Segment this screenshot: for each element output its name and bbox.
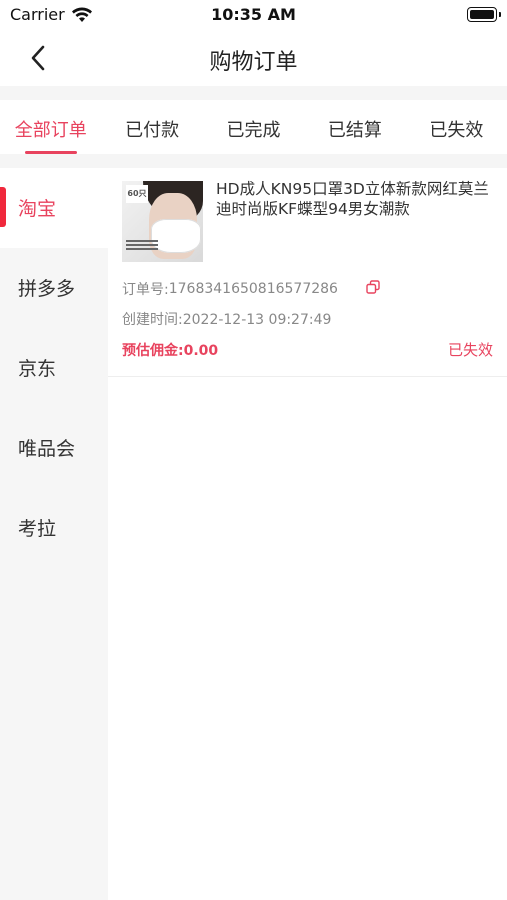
tab-label: 全部订单 xyxy=(14,120,87,141)
thumbnail-tag: 60只 xyxy=(126,185,148,203)
tab-settled[interactable]: 已结算 xyxy=(304,100,405,154)
sidebar-item-label: 拼多多 xyxy=(18,278,76,300)
tab-paid[interactable]: 已付款 xyxy=(101,100,202,154)
sidebar-item-vipshop[interactable]: 唯品会 xyxy=(0,408,108,488)
product-thumbnail[interactable]: 60只 xyxy=(122,181,203,262)
order-status-tabs: 全部订单 已付款 已完成 已结算 已失效 xyxy=(0,100,507,154)
page-title: 购物订单 xyxy=(209,50,298,75)
tab-all-orders[interactable]: 全部订单 xyxy=(0,100,101,154)
sidebar-item-label: 考拉 xyxy=(18,518,57,540)
active-indicator xyxy=(0,187,6,227)
platform-sidebar: 淘宝 拼多多 京东 唯品会 考拉 xyxy=(0,168,108,900)
sidebar-item-label: 淘宝 xyxy=(18,198,57,220)
battery-icon xyxy=(467,7,501,22)
clock: 10:35 AM xyxy=(211,5,296,24)
order-number: 订单号: 1768341650816577286 xyxy=(122,279,338,299)
product-title[interactable]: HD成人KN95口罩3D立体新款网红莫兰迪时尚版KF蝶型94男女潮款 xyxy=(216,179,499,219)
sidebar-item-label: 京东 xyxy=(18,358,57,380)
divider xyxy=(0,86,507,100)
commission-value: 0.00 xyxy=(183,343,219,359)
sidebar-item-jd[interactable]: 京东 xyxy=(0,328,108,408)
tab-label: 已完成 xyxy=(226,120,281,141)
sidebar-item-pinduoduo[interactable]: 拼多多 xyxy=(0,248,108,328)
tab-label: 已结算 xyxy=(327,120,382,141)
chevron-left-icon xyxy=(31,45,45,71)
order-card[interactable]: 60只 HD成人KN95口罩3D立体新款网红莫兰迪时尚版KF蝶型94男女潮款 订… xyxy=(108,168,507,377)
copy-icon[interactable] xyxy=(366,280,380,294)
order-list: 60只 HD成人KN95口罩3D立体新款网红莫兰迪时尚版KF蝶型94男女潮款 订… xyxy=(108,168,507,900)
status-bar: Carrier 10:35 AM xyxy=(0,0,507,32)
commission-label: 预估佣金: xyxy=(122,343,184,359)
estimated-commission: 预估佣金:0.00 xyxy=(122,340,218,360)
divider xyxy=(0,154,507,168)
back-button[interactable] xyxy=(22,42,54,74)
created-time: 创建时间:2022-12-13 09:27:49 xyxy=(122,309,331,329)
order-number-label: 订单号: xyxy=(122,282,169,298)
sidebar-item-label: 唯品会 xyxy=(18,438,76,460)
tab-completed[interactable]: 已完成 xyxy=(203,100,304,154)
tab-label: 已付款 xyxy=(125,120,180,141)
created-time-label: 创建时间: xyxy=(122,312,183,328)
tab-label: 已失效 xyxy=(429,120,484,141)
sidebar-item-taobao[interactable]: 淘宝 xyxy=(0,168,108,248)
order-number-value: 1768341650816577286 xyxy=(168,281,338,297)
mask-image xyxy=(151,219,201,253)
navigation-bar: 购物订单 xyxy=(0,32,507,86)
created-time-value: 2022-12-13 09:27:49 xyxy=(182,312,332,328)
tab-invalid[interactable]: 已失效 xyxy=(406,100,507,154)
sidebar-item-kaola[interactable]: 考拉 xyxy=(0,488,108,568)
order-status-badge: 已失效 xyxy=(447,341,493,359)
